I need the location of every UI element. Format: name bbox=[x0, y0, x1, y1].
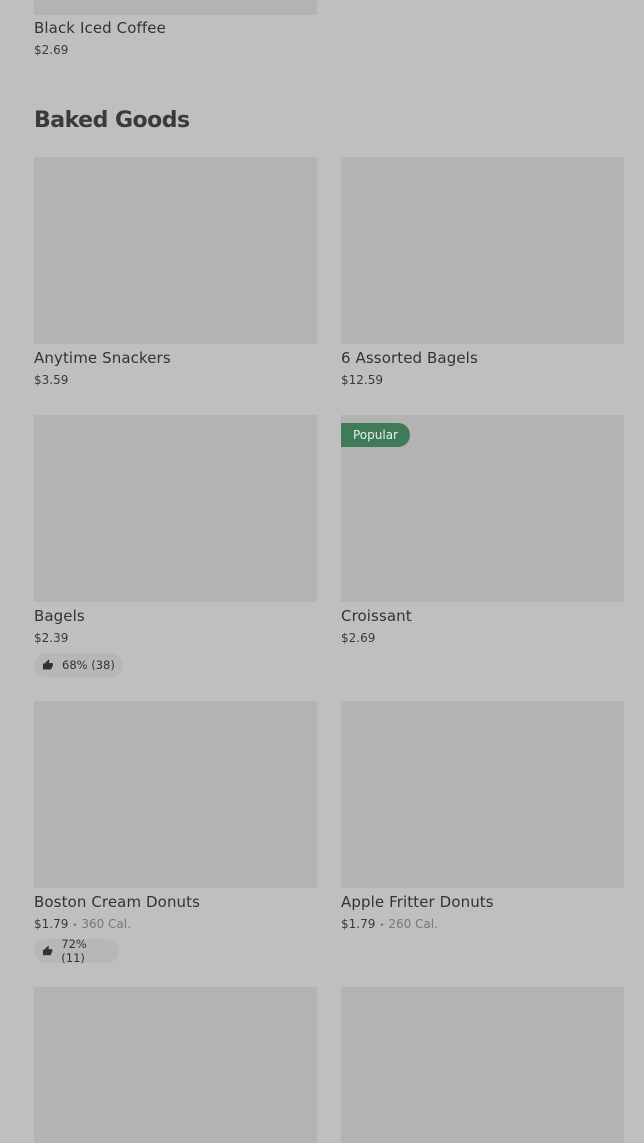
product-name[interactable]: Bagels bbox=[34, 607, 85, 625]
separator-dot: • bbox=[379, 921, 385, 931]
product-image-6-assorted-bagels[interactable] bbox=[341, 157, 624, 344]
thumbs-up-icon bbox=[42, 945, 53, 956]
product-image-bagels[interactable] bbox=[34, 415, 317, 602]
thumbs-up-icon bbox=[43, 659, 53, 670]
product-name[interactable]: Apple Fritter Donuts bbox=[341, 893, 494, 911]
product-price-calories: $1.79 • 360 Cal. bbox=[34, 917, 131, 931]
rating-badge: 72% (11) bbox=[34, 937, 119, 965]
product-name[interactable]: Boston Cream Donuts bbox=[34, 893, 200, 911]
product-image[interactable] bbox=[341, 987, 624, 1143]
product-name[interactable]: Croissant bbox=[341, 607, 412, 625]
product-price: $2.69 bbox=[341, 631, 376, 645]
separator-dot: • bbox=[72, 921, 78, 931]
section-title: Baked Goods bbox=[34, 108, 190, 133]
product-name[interactable]: Anytime Snackers bbox=[34, 349, 171, 367]
product-image-boston-cream-donuts[interactable] bbox=[34, 701, 317, 888]
product-name[interactable]: 6 Assorted Bagels bbox=[341, 349, 478, 367]
product-price-calories: $1.79 • 260 Cal. bbox=[341, 917, 438, 931]
rating-badge: 68% (38) bbox=[34, 653, 123, 677]
product-calories: 360 Cal. bbox=[81, 917, 131, 931]
rating-text: 72% (11) bbox=[61, 937, 87, 965]
product-name[interactable]: Black Iced Coffee bbox=[34, 19, 166, 37]
product-image-anytime-snackers[interactable] bbox=[34, 157, 317, 344]
product-price: $1.79 bbox=[34, 917, 69, 931]
rating-text: 68% (38) bbox=[62, 658, 115, 672]
popular-badge: Popular bbox=[341, 423, 410, 447]
product-price: $2.39 bbox=[34, 631, 69, 645]
product-price: $3.59 bbox=[34, 373, 69, 387]
product-image-apple-fritter-donuts[interactable] bbox=[341, 701, 624, 888]
product-price: $1.79 bbox=[341, 917, 376, 931]
product-calories: 260 Cal. bbox=[388, 917, 438, 931]
product-price: $2.69 bbox=[34, 43, 69, 57]
product-price: $12.59 bbox=[341, 373, 383, 387]
product-image[interactable] bbox=[34, 987, 317, 1143]
product-image-black-iced-coffee[interactable] bbox=[34, 0, 317, 15]
